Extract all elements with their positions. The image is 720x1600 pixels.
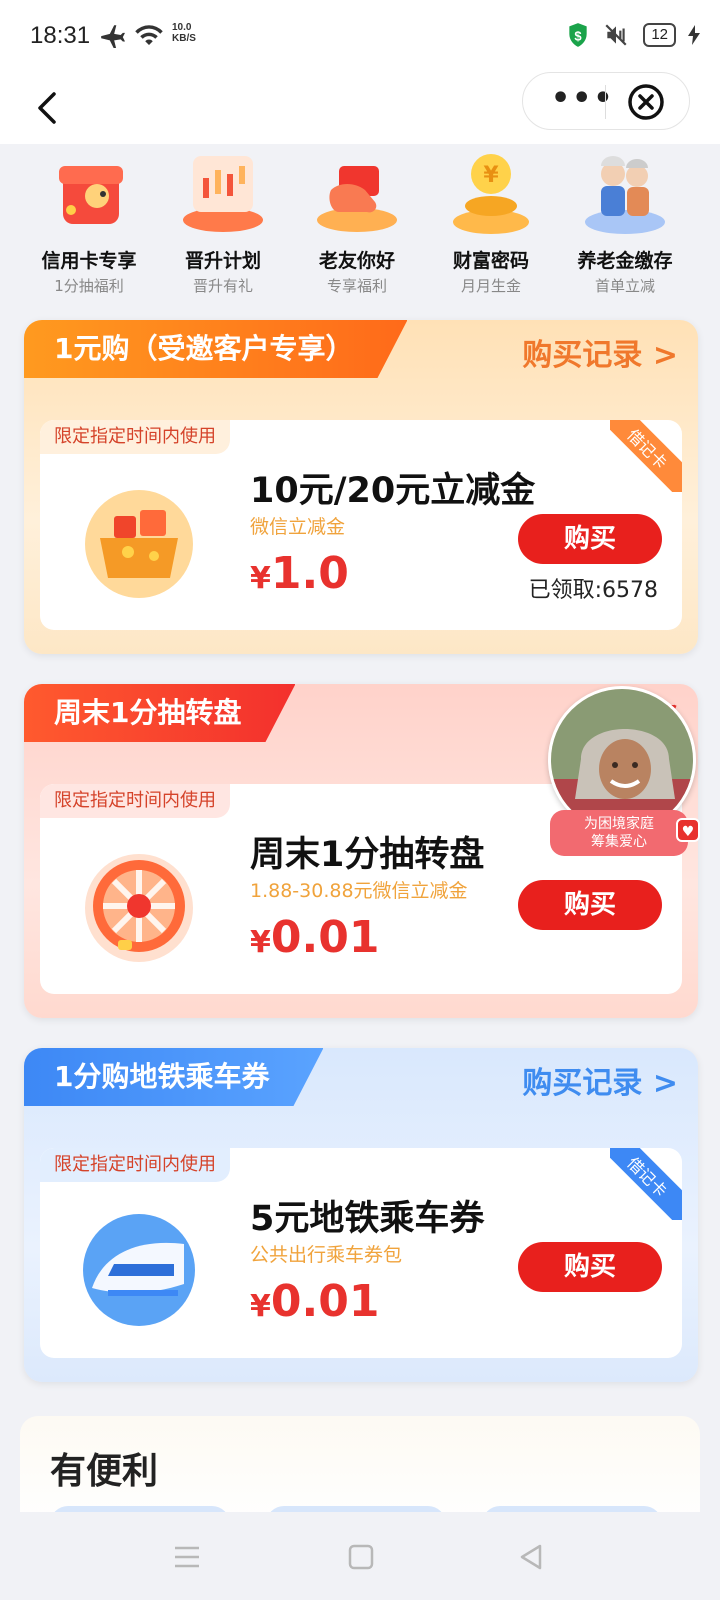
product-price: ¥1.0 xyxy=(250,548,349,599)
nav-back-button[interactable] xyxy=(516,1542,546,1572)
capsule-divider xyxy=(605,85,606,119)
gold-coin-icon: ¥ xyxy=(443,144,539,240)
product-subtitle: 公共出行乘车券包 xyxy=(250,1244,403,1266)
debit-card-corner: 借记卡 xyxy=(610,1148,682,1220)
product-subtitle: 1.88-30.88元微信立减金 xyxy=(250,880,468,902)
card-tag: 1元购（受邀客户专享） xyxy=(24,320,407,378)
category-promotion[interactable]: 晋升计划 晋升有礼 xyxy=(156,144,290,296)
section-title: 有便利 xyxy=(50,1451,159,1492)
product-panel: 限定指定时间内使用 借记卡 10元/20元立减金 微信立减金 ¥1.0 购买 已… xyxy=(40,420,682,630)
buy-button[interactable]: 购买 xyxy=(518,1242,662,1292)
category-credit-card[interactable]: 信用卡专享 1分抽福利 xyxy=(22,144,156,296)
purchase-record-link[interactable]: 购买记录 > xyxy=(522,330,678,374)
card-tag: 周末1分抽转盘 xyxy=(24,684,295,742)
wifi-icon xyxy=(135,25,163,45)
nav-bar: ••• xyxy=(0,72,720,144)
card-tag: 1分购地铁乘车券 xyxy=(24,1048,323,1106)
status-time: 18:31 xyxy=(30,22,91,49)
charity-float-ad[interactable]: 为困境家庭 筹集爱心 ♥ xyxy=(548,686,700,858)
convenience-section: 有便利 xyxy=(20,1416,700,1526)
card-one-yuan-purchase: 1元购（受邀客户专享） 购买记录 > 限定指定时间内使用 借记卡 10元/20元… xyxy=(24,320,698,654)
menu-icon xyxy=(175,1546,199,1568)
product-title: 10元/20元立减金 xyxy=(250,471,536,511)
buy-button[interactable]: 购买 xyxy=(518,880,662,930)
purchase-record-link[interactable]: 购买记录 > xyxy=(522,1058,678,1102)
close-circle-icon xyxy=(628,84,664,120)
menu-button[interactable] xyxy=(172,1542,202,1572)
hand-envelope-icon xyxy=(309,144,405,240)
chevron-left-icon xyxy=(38,92,56,124)
shield-dollar-icon: $ xyxy=(569,23,587,47)
candlestick-chart-icon xyxy=(175,144,271,240)
elderly-couple-icon xyxy=(577,144,673,240)
battery-indicator: 12 xyxy=(643,23,676,47)
product-panel: 限定指定时间内使用 借记卡 5元地铁乘车券 公共出行乘车券包 ¥0.01 购买 xyxy=(40,1148,682,1358)
charging-icon xyxy=(688,25,700,45)
heart-icon: ♥ xyxy=(676,818,700,842)
network-speed: 10.0 KB/S xyxy=(172,22,196,44)
category-wealth[interactable]: ¥ 财富密码 月月生金 xyxy=(424,144,558,296)
category-pension[interactable]: 养老金缴存 首单立减 xyxy=(558,144,692,296)
status-bar: 18:31 10.0 KB/S $ 12 xyxy=(0,0,720,72)
svg-text:¥: ¥ xyxy=(483,163,499,188)
prize-wheel-icon xyxy=(74,840,204,970)
card-metro-ticket: 1分购地铁乘车券 购买记录 > 限定指定时间内使用 借记卡 5元地铁乘车券 公共… xyxy=(24,1048,698,1382)
category-row: 信用卡专享 1分抽福利 晋升计划 晋升有礼 老友你好 专享福利 ¥ 财富密码 月… xyxy=(0,144,720,296)
home-button[interactable] xyxy=(346,1542,376,1572)
product-title: 5元地铁乘车券 xyxy=(250,1199,485,1239)
time-limit-badge: 限定指定时间内使用 xyxy=(40,1148,230,1182)
time-limit-badge: 限定指定时间内使用 xyxy=(40,420,230,454)
train-icon xyxy=(74,1204,204,1334)
product-subtitle: 微信立减金 xyxy=(250,516,346,538)
gift-treasure-icon xyxy=(74,476,204,606)
product-price: ¥0.01 xyxy=(250,912,380,963)
product-price: ¥0.01 xyxy=(250,1276,380,1327)
triangle-back-icon xyxy=(520,1544,542,1570)
time-limit-badge: 限定指定时间内使用 xyxy=(40,784,230,818)
claimed-count: 已领取:6578 xyxy=(528,578,658,603)
mute-vibrate-icon xyxy=(605,24,627,46)
category-old-friend[interactable]: 老友你好 专享福利 xyxy=(290,144,424,296)
charity-label: 为困境家庭 筹集爱心 xyxy=(550,810,688,856)
airplane-icon xyxy=(101,25,125,48)
gift-box-icon xyxy=(41,144,137,240)
product-title: 周末1分抽转盘 xyxy=(250,835,485,875)
buy-button[interactable]: 购买 xyxy=(518,514,662,564)
svg-text:$: $ xyxy=(575,28,583,43)
debit-card-corner: 借记卡 xyxy=(610,420,682,492)
back-button[interactable] xyxy=(30,84,70,132)
close-button[interactable] xyxy=(627,83,665,121)
mini-program-capsule: ••• xyxy=(522,72,690,130)
system-nav-bar xyxy=(0,1512,720,1600)
square-icon xyxy=(348,1544,374,1570)
